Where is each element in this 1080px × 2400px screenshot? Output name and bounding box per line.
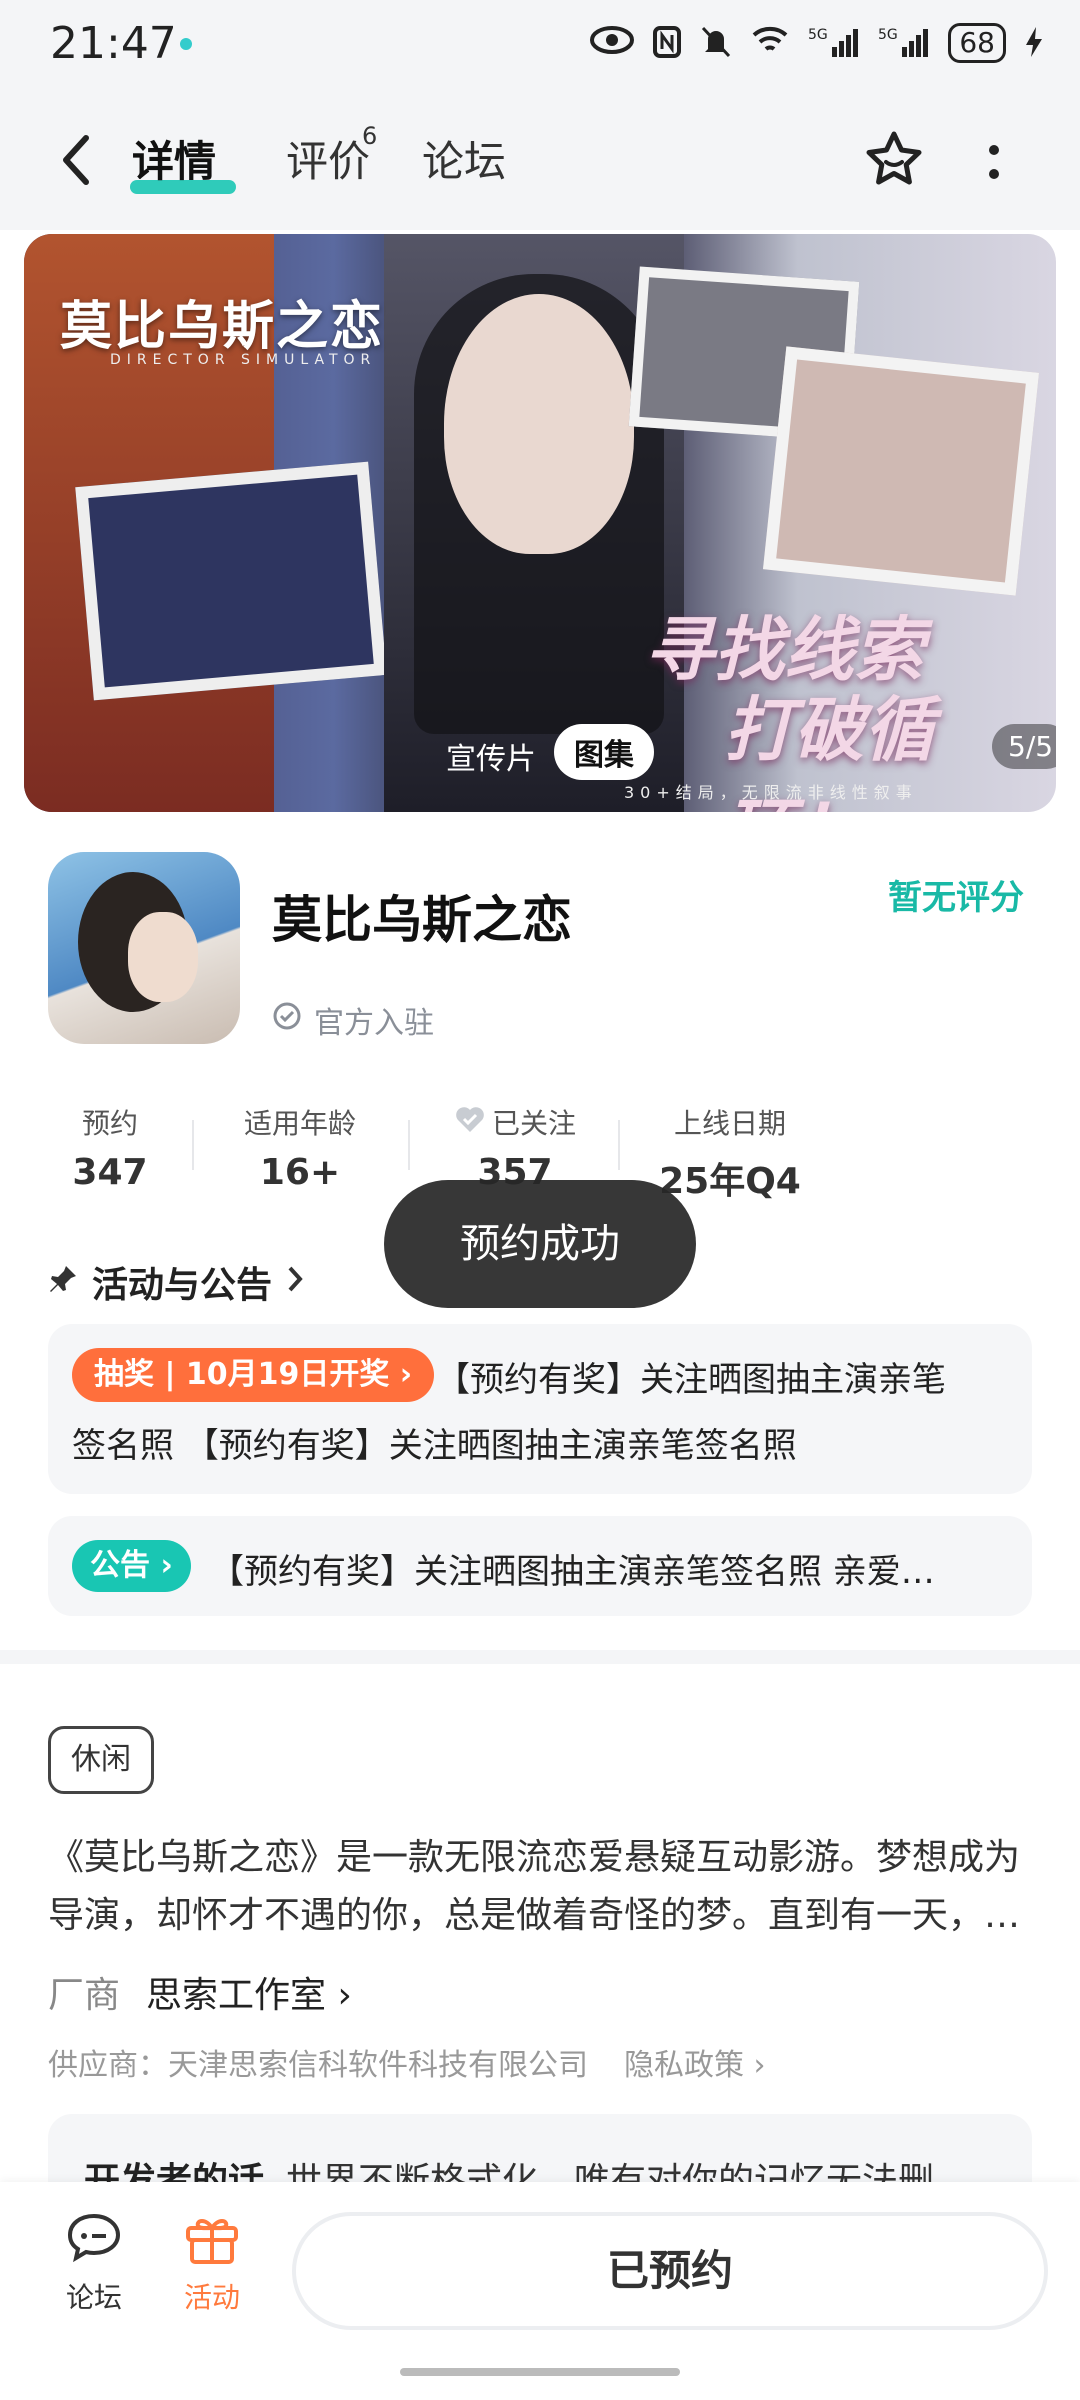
stat-follow-label-group[interactable]: 已关注 (440, 1102, 590, 1142)
lottery-badge-label: 抽奖 | 10月19日开奖 (94, 1357, 390, 1392)
banner-gallery-tab[interactable]: 图集 (554, 724, 654, 780)
app-icon (48, 852, 240, 1044)
lottery-text-line1: 【预约有奖】关注晒图抽主演亲笔 (436, 1360, 946, 1400)
activity-label: 活动 (183, 2281, 240, 2314)
svg-text:5G: 5G (808, 27, 828, 43)
notice-badge-label: 公告 (90, 1548, 150, 1583)
toast-message: 预约成功 (384, 1180, 696, 1308)
chevron-right-icon: › (399, 1357, 413, 1392)
review-count-badge: 6 (362, 122, 378, 150)
forum-chat-icon (52, 2210, 136, 2270)
check-circle-icon (272, 1001, 302, 1039)
notice-badge: 公告 › (72, 1540, 191, 1592)
activities-heading[interactable]: 活动与公告 (48, 1256, 304, 1308)
stat-divider (192, 1120, 194, 1170)
status-bar: 21:47 5G 5G 68 (0, 0, 1080, 90)
signal-5g-icon: 5G (808, 25, 860, 61)
description-line2[interactable]: 导演，却怀才不遇的你，总是做着奇怪的梦。直到有一天，… (48, 1886, 1028, 1938)
stat-age-value: 16+ (259, 1152, 341, 1193)
tab-detail[interactable]: 详情 (132, 128, 216, 189)
game-title: 莫比乌斯之恋 (272, 891, 572, 949)
forum-button[interactable]: 论坛 (52, 2210, 136, 2316)
stat-reservations-value: 347 (72, 1152, 148, 1193)
pin-icon (48, 1262, 78, 1303)
vendor-link[interactable]: 思索工作室 › (146, 1966, 352, 2018)
banner-character-face (444, 294, 634, 554)
vendor-name: 思索工作室 (146, 1975, 327, 2016)
banner-video-tab[interactable]: 宣传片 (446, 734, 536, 778)
privacy-policy-link[interactable]: 隐私政策 › (624, 2040, 766, 2084)
mute-bell-icon (700, 25, 732, 61)
banner-photo-screen (75, 461, 387, 701)
stat-follow-label: 已关注 (491, 1107, 576, 1140)
forum-label: 论坛 (65, 2281, 122, 2314)
banner-slogan-small: 30+结局，无限流非线性叙事 (624, 783, 918, 802)
activity-button[interactable]: 活动 (170, 2210, 254, 2316)
stat-age-label: 适用年龄 (243, 1107, 356, 1140)
supplier-text: 供应商：天津思索信科软件科技有限公司 (48, 2048, 588, 2083)
privacy-label: 隐私政策 (624, 2048, 744, 2083)
banner-pager: 5/5 (992, 724, 1056, 769)
heart-check-icon (454, 1104, 486, 1141)
banner-photo-2 (762, 346, 1040, 596)
reserved-button[interactable]: 已预约 (292, 2212, 1048, 2330)
nfc-icon (652, 25, 682, 61)
tab-review[interactable]: 评价 (286, 128, 370, 189)
status-time: 21:47 (50, 18, 177, 69)
media-banner[interactable]: 莫比乌斯之恋 DIRECTOR SIMULATOR 寻找线索 打破循环！ 30+… (24, 234, 1056, 812)
stat-divider (408, 1120, 410, 1170)
genre-tag[interactable]: 休闲 (48, 1726, 154, 1794)
gift-icon (170, 2210, 254, 2270)
banner-title-sub: DIRECTOR SIMULATOR (110, 352, 377, 368)
more-menu-icon[interactable] (984, 140, 1004, 190)
lottery-badge: 抽奖 | 10月19日开奖 › (72, 1348, 435, 1402)
tab-forum[interactable]: 论坛 (422, 128, 506, 189)
favorite-star-icon[interactable] (862, 128, 926, 192)
chevron-right-icon: › (337, 1975, 352, 2016)
rating-text[interactable]: 暂无评分 (888, 870, 1024, 919)
battery-level: 68 (948, 23, 1006, 63)
chevron-right-icon: › (160, 1548, 173, 1583)
activities-heading-label: 活动与公告 (92, 1265, 273, 1306)
banner-title: 莫比乌斯之恋 (60, 297, 385, 357)
svg-text:5G: 5G (878, 27, 898, 43)
description-line1: 《莫比乌斯之恋》是一款无限流恋爱悬疑互动影游。梦想成为 (48, 1837, 1021, 1878)
app-icon-face (128, 912, 198, 1002)
official-label: 官方入驻 (314, 1006, 434, 1041)
stat-release-label: 上线日期 (673, 1107, 786, 1140)
lottery-text-line2: 签名照 【预约有奖】关注晒图抽主演亲笔签名照 (72, 1426, 797, 1466)
back-arrow-icon[interactable] (56, 130, 96, 190)
chevron-right-icon: › (753, 2048, 766, 2083)
status-icons: 5G 5G 68 (590, 20, 1044, 66)
eye-icon (590, 25, 635, 61)
stat-divider (618, 1120, 620, 1170)
chevron-right-icon (286, 1262, 304, 1303)
notice-text: 【预约有奖】关注晒图抽主演亲笔签名照 亲爱… (210, 1552, 935, 1592)
signal-5g-icon-2: 5G (878, 25, 930, 61)
home-indicator (400, 2368, 680, 2376)
official-badge: 官方入驻 (272, 998, 434, 1042)
section-divider (0, 1650, 1080, 1664)
wifi-icon (750, 25, 790, 61)
stat-reservations-label: 预约 (81, 1107, 138, 1140)
vendor-label: 厂商 (48, 1975, 121, 2016)
charging-icon (1024, 25, 1044, 61)
notification-dot-icon (180, 38, 192, 50)
